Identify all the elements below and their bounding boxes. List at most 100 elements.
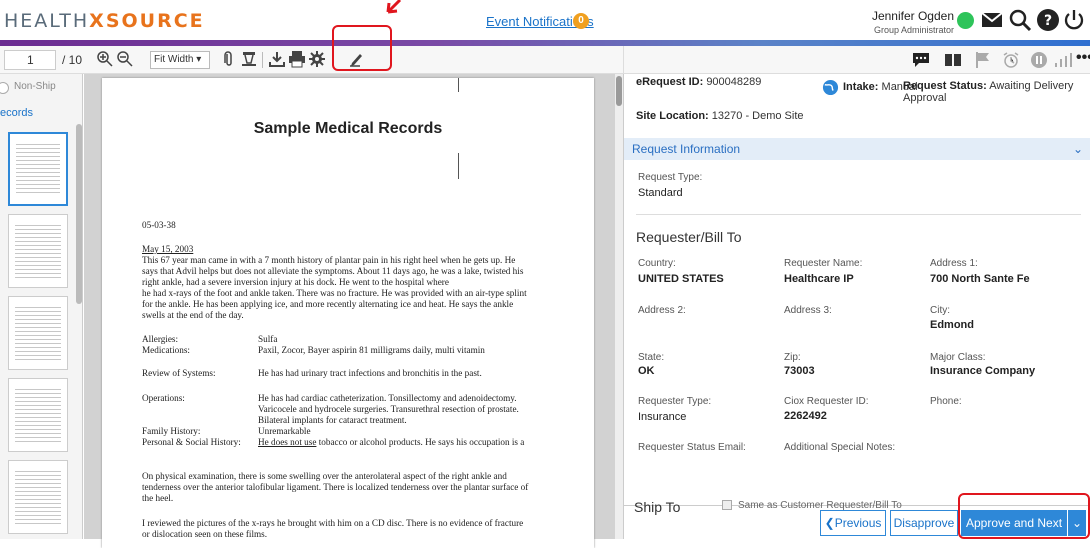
online-status-dot: [957, 12, 974, 29]
viewer-scrollbar[interactable]: [615, 74, 623, 539]
social-history-label: Personal & Social History:: [142, 437, 241, 447]
document-page: Sample Medical Records 05-03-38 May 15, …: [102, 78, 594, 548]
highlight-annotation-approve: [958, 493, 1090, 539]
event-count-badge: 0: [573, 13, 589, 29]
requester-type-label: Requester Type:: [638, 396, 712, 407]
address3-label: Address 3:: [784, 305, 832, 316]
operations-line: Varicocele and hydrocele surgeries. Tran…: [258, 404, 519, 414]
operations-label: Operations:: [142, 393, 185, 403]
social-history-value: He does not use tobacco or alcohol produ…: [258, 437, 525, 447]
ciox-requester-id-value: 2262492: [784, 410, 827, 422]
alarm-clock-icon[interactable]: [1002, 51, 1020, 69]
request-information-header[interactable]: Request Information ⌄: [624, 138, 1090, 160]
user-role: Group Administrator: [873, 25, 954, 35]
page-total: / 10: [62, 53, 83, 67]
bar-chart-icon[interactable]: [1054, 51, 1072, 69]
page-thumbnail[interactable]: [8, 460, 68, 534]
attachment-icon[interactable]: [220, 50, 238, 68]
requester-status-email-label: Requester Status Email:: [638, 442, 746, 453]
user-name[interactable]: Jennifer Ogden: [872, 9, 954, 23]
ciox-requester-id-label: Ciox Requester ID:: [784, 396, 869, 407]
city-value: Edmond: [930, 319, 974, 331]
page-number-input[interactable]: 1: [4, 50, 56, 70]
exam-line: tenderness over the anterior talofibular…: [142, 482, 529, 492]
state-value: OK: [638, 365, 655, 377]
print-icon[interactable]: [288, 50, 306, 68]
address1-label: Address 1:: [930, 258, 978, 269]
thumbnail-scrollbar[interactable]: [76, 124, 82, 304]
pause-icon[interactable]: [1030, 51, 1048, 69]
records-tab[interactable]: ecords: [0, 107, 33, 119]
xray-line: I reviewed the pictures of the x-rays he…: [142, 518, 524, 528]
page-thumbnail[interactable]: [8, 296, 68, 370]
zip-label: Zip:: [784, 352, 801, 363]
date-code: 05-03-38: [142, 220, 176, 230]
disapprove-button[interactable]: Disapprove: [890, 510, 958, 536]
history-line: says that Advil helps but does not allev…: [142, 266, 524, 276]
address2-label: Address 2:: [638, 305, 686, 316]
collapse-chevron-icon[interactable]: ⌄: [1073, 138, 1083, 160]
fit-width-select[interactable]: Fit Width ▾: [150, 51, 210, 69]
same-as-checkbox[interactable]: [722, 500, 732, 510]
country-label: Country:: [638, 258, 676, 269]
red-arrow-annotation: [386, 0, 402, 14]
power-icon[interactable]: [1062, 8, 1086, 32]
document-viewer: Sample Medical Records 05-03-38 May 15, …: [84, 74, 623, 548]
visit-date: May 15, 2003: [142, 244, 194, 254]
operations-line: Bilateral implants for cataract treatmen…: [258, 415, 407, 425]
book-icon[interactable]: [944, 51, 962, 69]
page-thumbnail[interactable]: [8, 214, 68, 288]
viewer-scroll-thumb[interactable]: [616, 76, 622, 106]
requester-name-label: Requester Name:: [784, 258, 863, 269]
flag-icon[interactable]: [974, 51, 992, 69]
globe-icon: [822, 79, 839, 96]
search-icon[interactable]: [1008, 8, 1032, 32]
thumbnail-panel: Non-Ship ecords: [0, 74, 83, 539]
site-location: Site Location: 13270 - Demo Site: [636, 110, 804, 122]
request-type-label: Request Type:: [638, 172, 703, 183]
city-label: City:: [930, 305, 950, 316]
additional-notes-label: Additional Special Notes:: [784, 442, 896, 453]
page-thumbnail[interactable]: [8, 132, 68, 206]
zip-value: 73003: [784, 365, 815, 377]
family-history-label: Family History:: [142, 426, 201, 436]
page-thumbnail[interactable]: [8, 378, 68, 452]
major-class-label: Major Class:: [930, 352, 986, 363]
section-divider: [636, 214, 1081, 215]
more-options-icon[interactable]: •••: [1076, 49, 1090, 67]
allergies-value: Sulfa: [258, 334, 278, 344]
document-toolbar: 1 / 10 Fit Width ▾: [0, 46, 623, 74]
page-mark: [458, 78, 459, 92]
country-value: UNITED STATES: [638, 273, 724, 285]
requester-name-value: Healthcare IP: [784, 273, 854, 285]
zoom-out-icon[interactable]: [116, 50, 134, 68]
settings-gear-icon[interactable]: [308, 50, 326, 68]
request-detail-panel: eRequest ID: 900048289 Intake: Manual Re…: [623, 74, 1090, 539]
previous-button[interactable]: ❮Previous: [820, 510, 886, 536]
help-icon[interactable]: ?: [1036, 8, 1060, 32]
request-type-value: Standard: [638, 187, 683, 199]
phone-label: Phone:: [930, 396, 962, 407]
erequest-id: eRequest ID: 900048289: [636, 76, 762, 88]
history-line: swells at the end of the day.: [142, 310, 244, 320]
history-line: for the ankle. He has been applying ice,…: [142, 299, 514, 309]
medications-value: Paxil, Zocor, Bayer aspirin 81 milligram…: [258, 345, 485, 355]
history-line: he had x-rays of the foot and ankle take…: [142, 288, 527, 298]
xray-line: or dislocation seen on these films.: [142, 529, 268, 539]
stamp-icon[interactable]: [240, 50, 258, 68]
medications-label: Medications:: [142, 345, 190, 355]
history-line: right ankle, had a severe inversion inju…: [142, 277, 449, 287]
download-icon[interactable]: [268, 50, 286, 68]
healthsource-logo[interactable]: HEALTHXSOURCE: [4, 10, 205, 32]
operations-line: He has had cardiac catheterization. Tons…: [258, 393, 517, 403]
non-ship-toggle[interactable]: Non-Ship: [0, 81, 56, 94]
requester-bill-to-heading: Requester/Bill To: [636, 229, 742, 245]
major-class-value: Insurance Company: [930, 365, 1036, 377]
comment-icon[interactable]: [912, 51, 930, 69]
state-label: State:: [638, 352, 665, 363]
allergies-label: Allergies:: [142, 334, 179, 344]
mail-icon[interactable]: [980, 8, 1004, 32]
zoom-in-icon[interactable]: [96, 50, 114, 68]
non-ship-radio[interactable]: [0, 82, 9, 94]
exam-line: On physical examination, there is some s…: [142, 471, 507, 481]
